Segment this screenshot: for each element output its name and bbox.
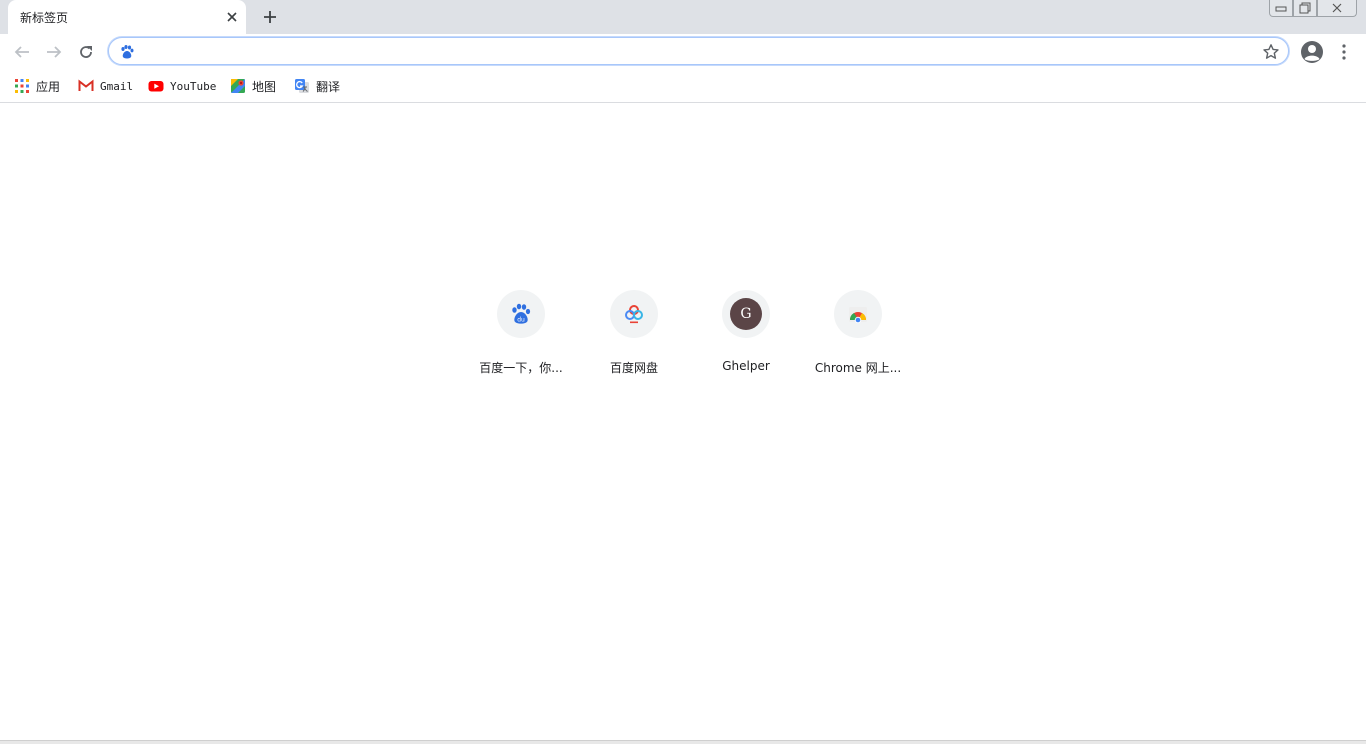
gmail-icon bbox=[78, 79, 94, 91]
bookmarks-bar: 应用 Gmail YouTube 地图 翻译 bbox=[0, 70, 1366, 103]
bookmark-maps[interactable]: 地图 bbox=[230, 76, 276, 96]
shortcut-label: 百度一下，你... bbox=[479, 361, 563, 375]
bookmark-label: YouTube bbox=[170, 79, 217, 93]
reload-button[interactable] bbox=[74, 40, 98, 64]
shortcut-baidu[interactable]: du 百度一下，你... bbox=[465, 290, 577, 386]
shortcut-icon-bg bbox=[834, 290, 882, 338]
baidu-icon: du bbox=[512, 303, 531, 324]
close-icon bbox=[1332, 3, 1342, 13]
toolbar bbox=[0, 34, 1366, 70]
kebab-menu-icon bbox=[1342, 44, 1346, 60]
shortcut-label: Chrome 网上... bbox=[814, 361, 902, 375]
profile-avatar-icon[interactable] bbox=[1300, 40, 1324, 64]
bookmark-label: 地图 bbox=[252, 79, 277, 94]
bookmark-gmail[interactable]: Gmail bbox=[78, 76, 133, 96]
shortcut-label: Ghelper bbox=[722, 359, 770, 373]
restore-icon bbox=[1299, 2, 1311, 14]
chrome-menu-button[interactable] bbox=[1336, 40, 1352, 64]
tab-title: 新标签页 bbox=[20, 11, 69, 25]
bookmark-youtube[interactable]: YouTube bbox=[148, 76, 216, 96]
new-tab-button[interactable] bbox=[258, 5, 282, 29]
address-bar[interactable] bbox=[108, 37, 1289, 65]
close-icon bbox=[227, 12, 237, 22]
shortcut-icon-bg bbox=[610, 290, 658, 338]
tab-strip: 新标签页 bbox=[0, 0, 1366, 34]
shortcut-baidu-netdisk[interactable]: 百度网盘 bbox=[578, 290, 690, 386]
forward-button[interactable] bbox=[42, 40, 66, 64]
address-input[interactable] bbox=[143, 41, 1247, 63]
shortcut-ghelper[interactable]: G Ghelper bbox=[690, 290, 802, 386]
bookmark-label: 翻译 bbox=[316, 79, 341, 94]
plus-icon bbox=[264, 11, 276, 23]
tab-close-button[interactable] bbox=[222, 7, 242, 27]
translate-icon bbox=[295, 79, 309, 93]
shortcut-icon-bg: du bbox=[497, 290, 545, 338]
youtube-icon bbox=[148, 81, 164, 92]
shortcut-label: 百度网盘 bbox=[609, 361, 658, 375]
bookmark-label: 应用 bbox=[36, 79, 61, 94]
shortcut-chrome-web-store[interactable]: Chrome 网上... bbox=[802, 290, 914, 386]
window-close-button[interactable] bbox=[1317, 0, 1357, 17]
shortcut-icon-bg: G bbox=[722, 290, 770, 338]
arrow-left-icon bbox=[14, 46, 29, 58]
bookmark-label: Gmail bbox=[100, 79, 134, 93]
chrome-web-store-icon bbox=[849, 307, 867, 324]
minimize-icon bbox=[1275, 6, 1287, 12]
bookmark-translate[interactable]: 翻译 bbox=[294, 76, 340, 96]
baidu-icon bbox=[121, 45, 134, 59]
tab-new-tab[interactable]: 新标签页 bbox=[8, 0, 246, 34]
svg-text:du: du bbox=[517, 317, 525, 324]
window-minimize-button[interactable] bbox=[1269, 0, 1293, 17]
arrow-right-icon bbox=[47, 46, 62, 58]
window-bottom-border bbox=[0, 740, 1366, 744]
back-button[interactable] bbox=[10, 40, 34, 64]
apps-grid-icon bbox=[15, 79, 29, 93]
ghelper-letter-icon: G bbox=[730, 298, 762, 330]
bookmark-star-icon[interactable] bbox=[1262, 43, 1280, 61]
bookmark-apps[interactable]: 应用 bbox=[14, 76, 60, 96]
window-restore-button[interactable] bbox=[1293, 0, 1317, 17]
reload-icon bbox=[80, 46, 92, 58]
maps-icon bbox=[231, 79, 245, 93]
baidu-netdisk-icon bbox=[625, 305, 643, 324]
